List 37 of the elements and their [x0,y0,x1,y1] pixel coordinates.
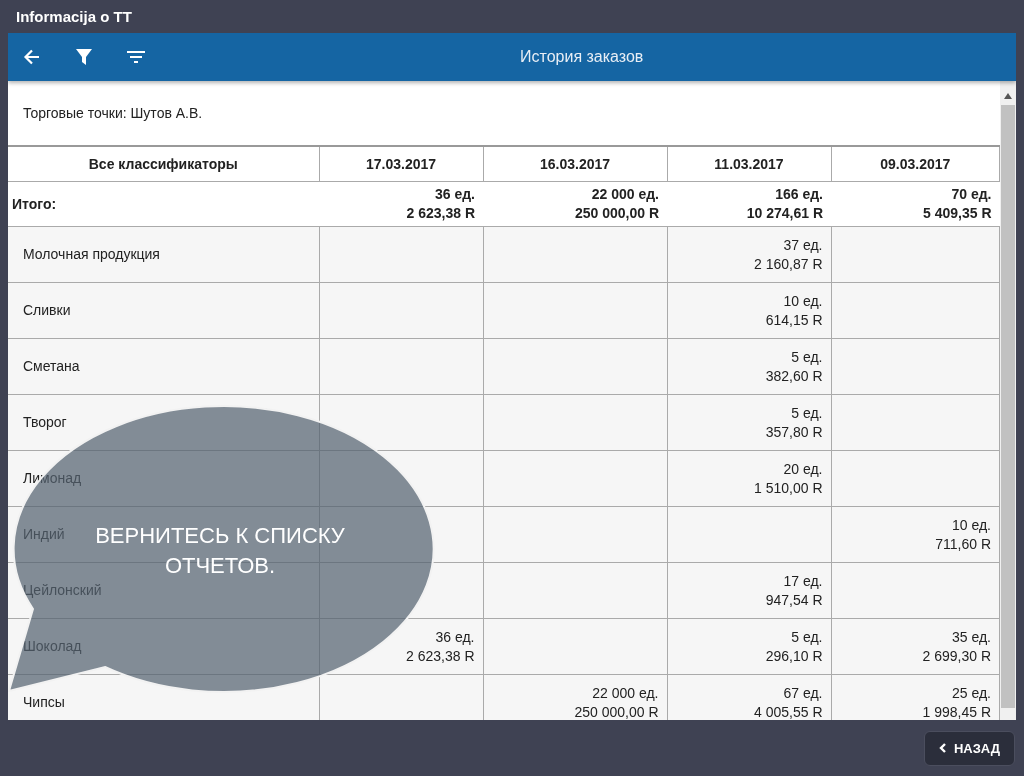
sort-icon[interactable] [126,49,146,65]
table-cell: 10 ед. 711,60 R [831,506,1000,563]
scrollbar[interactable] [1000,81,1016,720]
table-cell: 166 ед. 10 274,61 R [667,181,831,227]
back-arrow-icon[interactable] [22,47,42,67]
table-cell: 17 ед. 947,54 R [667,562,831,619]
table-cell: Сливки [8,282,319,339]
scroll-up-icon[interactable] [1004,93,1012,99]
table-cell: 25 ед. 1 998,45 R [831,674,1000,720]
back-button[interactable]: НАЗАД [923,730,1015,766]
table-cell: 5 ед. 357,80 R [667,394,831,451]
table-cell: 22 000 ед. 250 000,00 R [483,674,667,720]
column-header: 16.03.2017 [483,146,667,182]
table-cell: 20 ед. 1 510,00 R [667,450,831,507]
table-cell: 22 000 ед. 250 000,00 R [483,181,667,227]
table-cell: 5 ед. 382,60 R [667,338,831,395]
table-cell: 70 ед. 5 409,35 R [831,181,1000,227]
scrollbar-thumb[interactable] [1001,105,1015,708]
callout-text: ВЕРНИТЕСЬ К СПИСКУ ОТЧЕТОВ. [94,522,346,580]
toolbar-title: История заказов [520,48,644,66]
window-title: Informacija o TT [16,8,132,25]
chevron-left-icon [938,743,946,753]
table-cell: 10 ед. 614,15 R [667,282,831,339]
table-cell: 37 ед. 2 160,87 R [667,226,831,283]
column-header: 09.03.2017 [831,146,1000,182]
column-header: 17.03.2017 [319,146,483,182]
table-cell: 35 ед. 2 699,30 R [831,618,1000,675]
table-cell: 67 ед. 4 005,55 R [667,674,831,720]
column-header: 11.03.2017 [667,146,831,182]
table-cell: Молочная продукция [8,226,319,283]
table-cell: Сметана [8,338,319,395]
total-label: Итого: [8,181,319,227]
table-cell: 5 ед. 296,10 R [667,618,831,675]
column-header: Все классификаторы [8,146,319,182]
filter-icon[interactable] [74,47,94,67]
filter-label: Торговые точки: Шутов А.В. [23,105,203,121]
table-cell: 36 ед. 2 623,38 R [319,181,483,227]
